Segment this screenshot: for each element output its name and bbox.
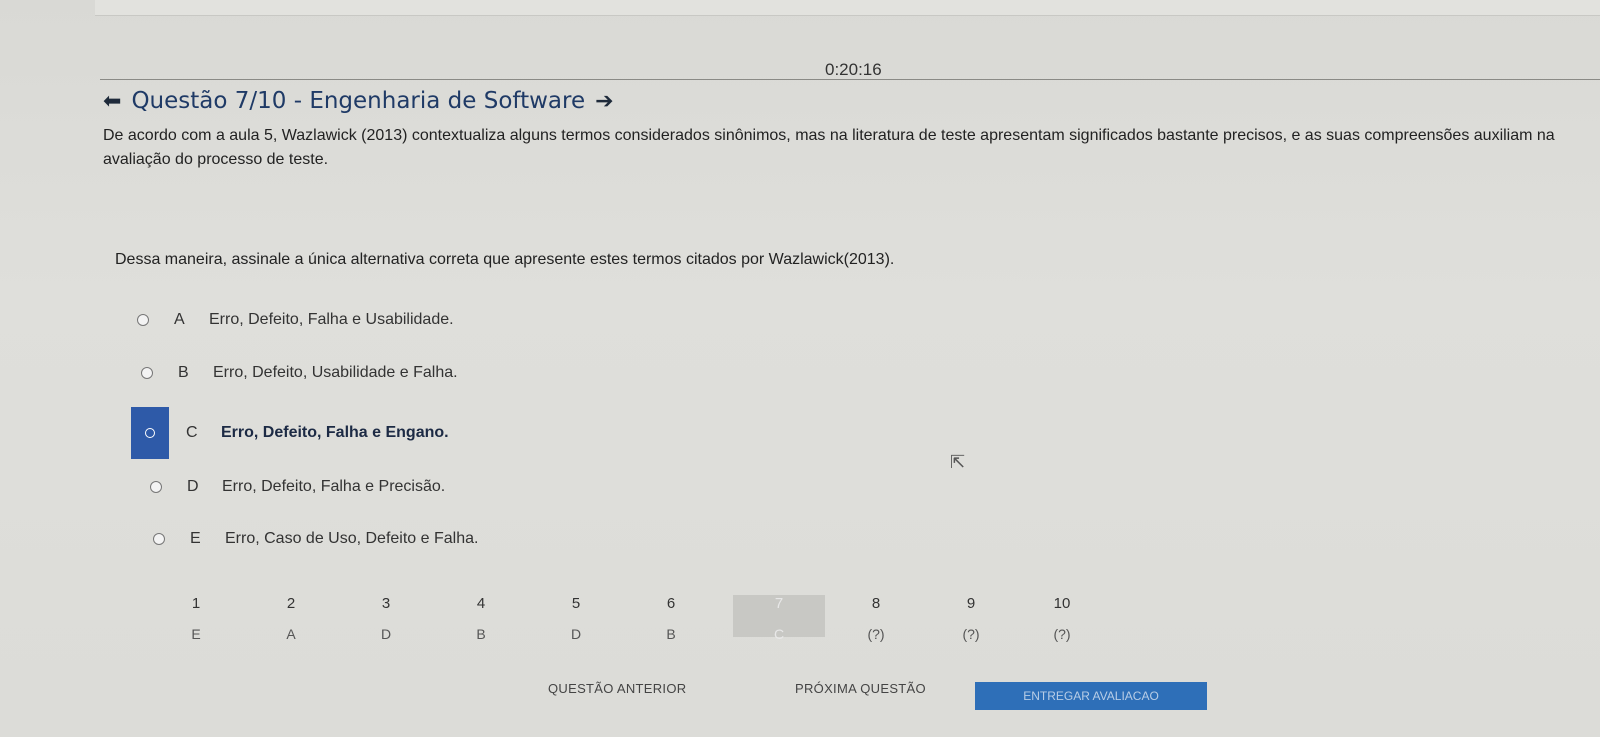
nav-answer: D xyxy=(380,626,392,642)
radio-icon[interactable] xyxy=(137,314,149,326)
nav-answer: B xyxy=(666,626,676,642)
divider xyxy=(100,79,1600,80)
submit-evaluation-button[interactable]: ENTREGAR AVALIACAO xyxy=(975,682,1207,710)
nav-answer: (?) xyxy=(867,626,885,642)
nav-question-9[interactable]: 9 (?) xyxy=(925,595,1017,642)
nav-question-10[interactable]: 10 (?) xyxy=(1016,595,1108,642)
radio-icon[interactable] xyxy=(141,367,153,379)
nav-question-2[interactable]: 2 A xyxy=(245,595,337,642)
option-a[interactable]: A Erro, Defeito, Falha e Usabilidade. xyxy=(137,311,454,329)
option-letter: A xyxy=(174,311,185,328)
nav-question-1[interactable]: 1 E xyxy=(150,595,242,642)
option-c[interactable]: C Erro, Defeito, Falha e Engano. xyxy=(131,407,449,459)
nav-number: 2 xyxy=(286,595,296,612)
arrow-left-icon[interactable]: ⬅ xyxy=(103,90,121,112)
option-e[interactable]: E Erro, Caso de Uso, Defeito e Falha. xyxy=(153,530,478,548)
question-header: ⬅ Questão 7/10 - Engenharia de Software … xyxy=(103,88,614,114)
radio-icon[interactable] xyxy=(153,533,165,545)
next-question-button[interactable]: PRÓXIMA QUESTÃO xyxy=(795,681,926,696)
nav-number: 3 xyxy=(381,595,391,612)
nav-number: 9 xyxy=(966,595,976,612)
question-instruction: Dessa maneira, assinale a única alternat… xyxy=(115,251,895,268)
option-letter: D xyxy=(187,478,199,495)
option-letter: E xyxy=(190,530,201,547)
radio-icon[interactable] xyxy=(150,481,162,493)
option-text: Erro, Defeito, Usabilidade e Falha. xyxy=(213,364,458,381)
timer: 0:20:16 xyxy=(825,60,882,79)
selected-radio-box[interactable] xyxy=(131,407,169,459)
nav-answer: E xyxy=(191,626,201,642)
nav-answer: B xyxy=(476,626,486,642)
nav-answer: (?) xyxy=(1053,626,1071,642)
nav-number: 6 xyxy=(666,595,676,612)
quiz-page: 0:20:16 ⬅ Questão 7/10 - Engenharia de S… xyxy=(0,0,1600,737)
radio-selected-icon[interactable] xyxy=(145,428,155,438)
nav-question-4[interactable]: 4 B xyxy=(435,595,527,642)
nav-number: 8 xyxy=(871,595,881,612)
nav-answer: (?) xyxy=(962,626,980,642)
option-letter: B xyxy=(178,364,189,381)
option-text: Erro, Defeito, Falha e Precisão. xyxy=(222,478,446,495)
nav-number: 7 xyxy=(774,595,784,612)
nav-number: 1 xyxy=(191,595,201,612)
previous-question-button[interactable]: QUESTÃO ANTERIOR xyxy=(548,681,686,696)
arrow-right-icon[interactable]: ➔ xyxy=(595,90,613,112)
question-title: Questão 7/10 - Engenharia de Software xyxy=(131,88,586,114)
option-text: Erro, Defeito, Falha e Usabilidade. xyxy=(209,311,454,328)
nav-question-3[interactable]: 3 D xyxy=(340,595,432,642)
nav-question-5[interactable]: 5 D xyxy=(530,595,622,642)
option-d[interactable]: D Erro, Defeito, Falha e Precisão. xyxy=(150,478,445,496)
top-strip xyxy=(95,0,1600,16)
option-b[interactable]: B Erro, Defeito, Usabilidade e Falha. xyxy=(141,364,458,382)
nav-answer: C xyxy=(773,626,785,642)
nav-number: 5 xyxy=(571,595,581,612)
nav-question-6[interactable]: 6 B xyxy=(625,595,717,642)
nav-question-7[interactable]: 7 C xyxy=(733,595,825,642)
mouse-cursor-icon: ⇱ xyxy=(950,452,966,472)
nav-number: 10 xyxy=(1053,595,1071,612)
nav-number: 4 xyxy=(476,595,486,612)
nav-question-8[interactable]: 8 (?) xyxy=(830,595,922,642)
question-text: De acordo com a aula 5, Wazlawick (2013)… xyxy=(103,127,1555,168)
nav-answer: A xyxy=(286,626,296,642)
option-letter: C xyxy=(186,424,198,441)
option-text: Erro, Caso de Uso, Defeito e Falha. xyxy=(225,530,479,547)
option-text: Erro, Defeito, Falha e Engano. xyxy=(221,424,449,441)
nav-answer: D xyxy=(570,626,582,642)
